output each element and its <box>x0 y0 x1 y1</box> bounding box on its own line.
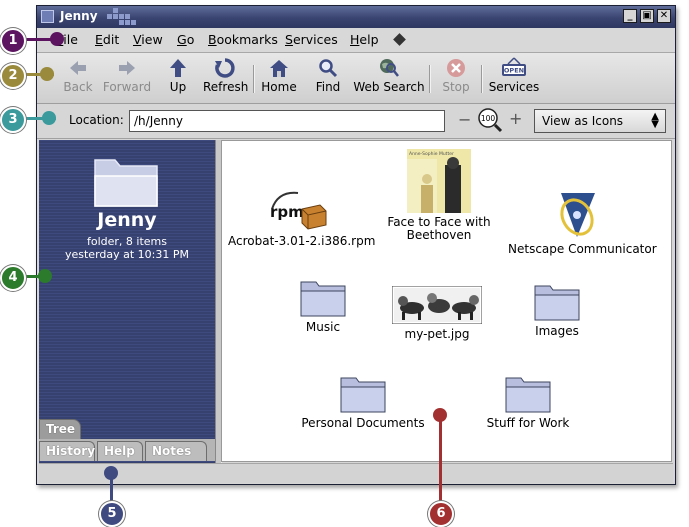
file-manager-window: Jenny _ ▣ ✕ File Edit View Go Bookmarks … <box>36 5 676 485</box>
up-arrow-icon <box>170 59 186 77</box>
app-icon-netscape[interactable]: Netscape Communicator <box>508 191 657 256</box>
folder-icon-personal-documents[interactable]: Personal Documents <box>298 375 428 430</box>
menu-services[interactable]: Services <box>285 32 338 47</box>
svg-text:100: 100 <box>481 114 496 123</box>
file-icon-album[interactable]: Anne-Sophie Mutter Face to Face with Bee… <box>384 149 494 242</box>
stop-icon <box>447 59 465 77</box>
callout-4-dot <box>38 269 52 283</box>
callout-1: 1 <box>0 28 26 54</box>
file-label: Music <box>305 320 341 334</box>
menu-go[interactable]: Go <box>177 32 194 47</box>
file-label: my-pet.jpg <box>404 327 470 341</box>
sidebar-folder-title: Jenny <box>97 209 157 231</box>
tab-tree[interactable]: Tree <box>39 419 81 439</box>
tab-notes[interactable]: Notes <box>145 441 207 461</box>
netscape-logo-icon <box>560 193 595 237</box>
back-button[interactable]: Back <box>57 55 99 101</box>
file-label: Acrobat-3.01-2.i386.rpm <box>228 234 376 248</box>
svg-text:OPEN: OPEN <box>504 67 524 75</box>
folder-icon <box>534 285 580 321</box>
location-bar: Location: − 100 + View as Icons ▲▼ <box>37 104 675 139</box>
tab-history[interactable]: History <box>39 441 95 461</box>
view-as-select[interactable]: View as Icons ▲ ▼ <box>534 109 666 133</box>
stop-button[interactable]: Stop <box>439 55 473 101</box>
up-button[interactable]: Up <box>163 55 193 101</box>
folder-icon <box>300 281 346 317</box>
throbber-icon <box>393 33 406 46</box>
toolbar-separator <box>253 65 254 93</box>
globe-search-icon <box>380 59 399 77</box>
folder-icon-music[interactable]: Music <box>278 279 368 334</box>
pet-image-thumbnail <box>391 285 483 325</box>
web-search-button[interactable]: Web Search <box>353 55 425 101</box>
window-title: Jenny <box>60 9 98 23</box>
callout-2-dot <box>40 67 54 81</box>
svg-text:Anne-Sophie Mutter: Anne-Sophie Mutter <box>409 151 454 157</box>
callout-6-dot <box>433 408 447 422</box>
file-icon-pet[interactable]: my-pet.jpg <box>382 285 492 341</box>
callout-5: 5 <box>99 501 125 527</box>
window-menu-icon[interactable] <box>41 10 54 23</box>
menu-view[interactable]: View <box>133 32 163 47</box>
file-label: Personal Documents <box>301 416 425 430</box>
file-label: Stuff for Work <box>486 416 570 430</box>
zoom-in-button[interactable]: + <box>509 111 522 127</box>
sidebar-panel: Jenny folder, 8 items yesterday at 10:31… <box>39 140 215 463</box>
select-arrows-icon: ▲ ▼ <box>651 111 659 130</box>
title-bar[interactable]: Jenny _ ▣ ✕ <box>37 6 675 28</box>
refresh-button[interactable]: Refresh <box>203 55 248 101</box>
toolbar: Back Forward Up Refresh Home Find Web Se… <box>37 53 675 104</box>
titlebar-grip-decoration <box>107 8 141 26</box>
zoom-level-icon[interactable]: 100 <box>477 107 503 133</box>
status-bar <box>39 463 673 483</box>
sidebar-tab-row: History Help Notes <box>39 439 215 461</box>
minimize-button[interactable]: _ <box>623 9 637 23</box>
home-button[interactable]: Home <box>261 55 297 101</box>
find-button[interactable]: Find <box>313 55 343 101</box>
folder-icon <box>340 377 386 413</box>
toolbar-separator <box>481 65 482 93</box>
album-cover-thumbnail: Anne-Sophie Mutter <box>407 149 471 213</box>
home-icon <box>270 60 288 77</box>
toolbar-separator <box>429 65 430 93</box>
folder-icon-images[interactable]: Images <box>512 283 602 338</box>
back-arrow-icon <box>70 61 86 75</box>
callout-4: 4 <box>0 265 26 291</box>
maximize-button[interactable]: ▣ <box>640 9 654 23</box>
refresh-icon <box>215 58 235 78</box>
menu-bookmarks[interactable]: Bookmarks <box>208 32 278 47</box>
file-label: Netscape Communicator <box>508 242 657 256</box>
sidebar-folder-info: folder, 8 items <box>86 235 167 248</box>
folder-icon-stuff-for-work[interactable]: Stuff for Work <box>468 375 588 430</box>
file-label: Face to Face with Beethoven <box>387 215 491 242</box>
menu-edit[interactable]: Edit <box>95 32 119 47</box>
services-button[interactable]: OPEN Services <box>487 55 541 101</box>
forward-button[interactable]: Forward <box>101 55 153 101</box>
callout-6-leader <box>439 420 442 508</box>
tab-help[interactable]: Help <box>97 441 143 461</box>
close-button[interactable]: ✕ <box>657 9 671 23</box>
callout-3-dot <box>42 111 56 125</box>
svg-text:rpm: rpm <box>270 203 304 221</box>
sidebar-folder-modified: yesterday at 10:31 PM <box>64 248 190 261</box>
callout-6: 6 <box>428 501 454 527</box>
location-input[interactable] <box>129 110 445 132</box>
callout-5-dot <box>104 466 118 480</box>
magnifier-icon <box>319 59 338 78</box>
file-icon-rpm[interactable]: rpm Acrobat-3.01-2.i386.rpm <box>228 187 376 248</box>
open-sign-icon: OPEN <box>502 57 526 76</box>
rpm-package-icon: rpm <box>270 191 327 230</box>
callout-2: 2 <box>0 63 26 89</box>
file-label: Images <box>535 324 579 338</box>
folder-icon <box>505 377 551 413</box>
menu-help[interactable]: Help <box>350 32 379 47</box>
folder-large-icon <box>94 159 158 207</box>
location-label: Location: <box>69 113 124 127</box>
zoom-out-button[interactable]: − <box>458 112 471 128</box>
menu-bar: File Edit View Go Bookmarks Services Hel… <box>37 28 675 53</box>
forward-arrow-icon <box>119 61 135 75</box>
callout-1-dot <box>50 32 64 46</box>
callout-3: 3 <box>0 107 26 133</box>
